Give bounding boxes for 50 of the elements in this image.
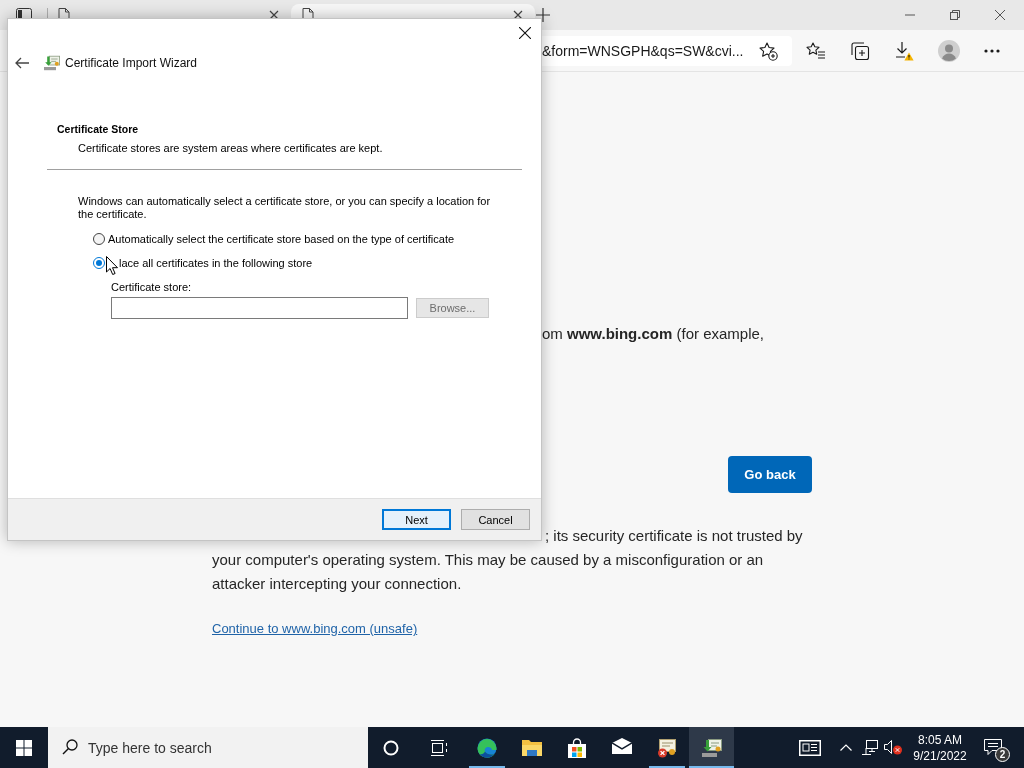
search-icon (62, 739, 78, 755)
dialog-button[interactable]: Cancel (461, 509, 530, 530)
close-icon[interactable] (513, 10, 523, 20)
option-label[interactable]: Automatically select the certificate store based on the type of certificate (108, 232, 455, 246)
mouse-pointer-icon (106, 256, 118, 275)
certificate-arrow-icon (701, 738, 722, 758)
restore-icon[interactable] (950, 10, 960, 20)
close-icon[interactable] (519, 27, 531, 39)
radio-button[interactable] (93, 257, 105, 269)
windows-logo-icon[interactable] (16, 739, 32, 756)
field-label: Certificate store: (111, 280, 192, 294)
close-icon[interactable] (995, 10, 1005, 20)
certificate-error-icon (656, 738, 677, 758)
taskbar-button[interactable] (689, 727, 734, 768)
speaker-icon[interactable] (884, 740, 902, 755)
notification-icon[interactable] (984, 739, 1002, 756)
swirl-icon (476, 738, 497, 758)
task-view-icon[interactable] (430, 738, 448, 757)
avatar-icon[interactable] (938, 39, 960, 62)
chevron-up-icon[interactable] (840, 744, 852, 751)
folder-icon (521, 738, 542, 756)
back-arrow-icon[interactable] (15, 57, 29, 69)
go-back-button[interactable]: Go back (728, 456, 812, 493)
page-text: om www.bing.com (for example, (542, 324, 764, 344)
continue-link[interactable]: Continue to www.bing.com (unsafe) (212, 620, 418, 638)
section-description: Certificate stores are system areas where certificates are kept. (78, 141, 383, 155)
option-label[interactable]: lace all certificates in the following store (119, 256, 313, 270)
radio-button[interactable] (93, 233, 105, 245)
star-list-icon[interactable] (806, 40, 826, 61)
more-icon[interactable] (984, 48, 1000, 53)
notification-badge: 2 (995, 747, 1010, 762)
download-warning-icon[interactable] (894, 40, 914, 61)
instruction-text: Windows can automatically select a certificate store, or you can specify a location for the certificate. (78, 195, 492, 221)
certificate-arrow-icon (44, 55, 60, 71)
envelope-icon (611, 738, 632, 754)
close-icon[interactable] (269, 10, 279, 20)
star-plus-icon[interactable] (758, 40, 778, 61)
clock-date[interactable]: 9/21/2022 (913, 747, 967, 764)
network-icon[interactable] (862, 740, 878, 755)
plus-icon[interactable] (536, 8, 550, 22)
dialog-button[interactable]: Next (382, 509, 451, 530)
clock-time[interactable]: 8:05 AM (918, 731, 962, 748)
certificate-store-field[interactable] (111, 297, 408, 319)
shopping-bag-icon (566, 738, 587, 758)
section-heading: Certificate Store (57, 122, 139, 136)
ring-icon[interactable] (383, 739, 399, 756)
news-icon[interactable] (799, 739, 821, 756)
search-field[interactable]: Type here to search (48, 727, 368, 768)
squares-plus-icon[interactable] (850, 40, 870, 61)
dialog-title: Certificate Import Wizard (65, 56, 198, 70)
